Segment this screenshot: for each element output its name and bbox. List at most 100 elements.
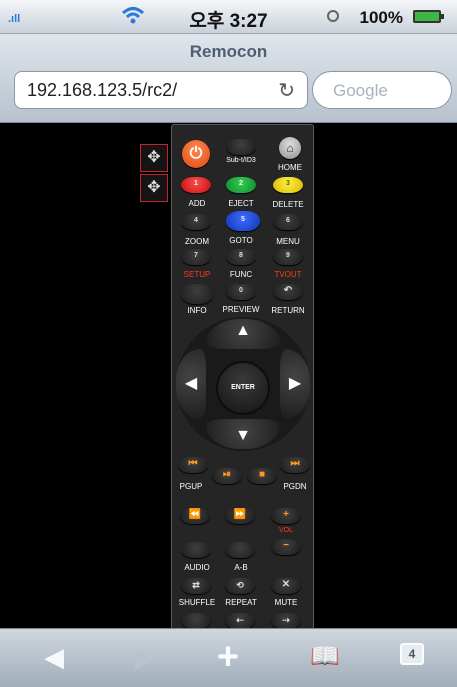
minus-icon: − xyxy=(283,540,289,551)
url-text[interactable]: 192.168.123.5/rc2/ xyxy=(27,80,177,101)
subtitle-label: Sub-t/ID3 xyxy=(226,157,256,164)
ab-button[interactable] xyxy=(225,542,255,558)
arrow-left-icon: ◀ xyxy=(184,375,198,392)
setup-label: SETUP xyxy=(183,270,211,279)
shuffle-button[interactable]: ⇄ xyxy=(181,578,211,594)
button-2[interactable]: 2 xyxy=(226,177,256,193)
stop-button[interactable]: ■ xyxy=(247,468,277,484)
button-7[interactable]: 7 xyxy=(181,249,211,265)
skip-back-icon: ⏮ xyxy=(188,458,198,469)
stop-icon: ■ xyxy=(258,469,266,480)
button-5[interactable]: 5 xyxy=(226,211,260,231)
rewind-track-button[interactable]: ⏮ xyxy=(178,457,208,473)
delete-label: DELETE xyxy=(272,200,304,209)
button-0[interactable]: 0 xyxy=(226,284,256,300)
arrow-up-icon: ▲ xyxy=(235,322,251,339)
orientation-lock-icon xyxy=(327,10,339,22)
plus-icon: + xyxy=(216,636,240,678)
forward-arrow-icon: ▶ xyxy=(135,642,155,672)
move-vertical-icon: ✥ xyxy=(147,149,161,166)
move-remote-vertical-button[interactable]: ✥ xyxy=(140,144,168,172)
mute-button[interactable]: ✕ xyxy=(271,578,301,594)
shuffle-label: SHUFFLE xyxy=(178,598,216,607)
skip-right-button[interactable]: ⇢ xyxy=(271,613,301,628)
info-button[interactable] xyxy=(181,284,213,304)
bookmarks-button[interactable]: 📖 xyxy=(303,639,347,675)
repeat-icon: ⟲ xyxy=(236,580,244,590)
button-9[interactable]: 9 xyxy=(273,249,303,265)
func-label: FUNC xyxy=(229,270,253,279)
repeat-button[interactable]: ⟲ xyxy=(225,578,255,594)
arrow-right-icon: ▶ xyxy=(288,375,302,392)
vol-label: VOL xyxy=(278,527,294,534)
left-arrow-icon: ⇠ xyxy=(236,615,244,625)
home-label: HOME xyxy=(278,163,302,172)
button-6[interactable]: 6 xyxy=(273,214,303,230)
subtitle-button[interactable] xyxy=(226,139,256,155)
shuffle-icon: ⇄ xyxy=(192,580,200,590)
button-8[interactable]: 8 xyxy=(226,249,256,265)
return-label: RETURN xyxy=(271,306,305,315)
goto-label: GOTO xyxy=(229,236,253,245)
add-label: ADD xyxy=(188,199,206,208)
info-label: INFO xyxy=(187,306,207,315)
volume-up-button[interactable]: + xyxy=(271,508,301,524)
eject-label: EJECT xyxy=(228,199,254,208)
page-title: Remocon xyxy=(189,42,268,61)
forward-button[interactable]: ▶ xyxy=(125,639,165,675)
return-icon: ↶ xyxy=(283,285,293,296)
status-bar: .ıll 오후 3:27 100% xyxy=(0,0,457,34)
next-track-button[interactable]: ⏭ xyxy=(280,457,310,473)
right-arrow-icon: ⇢ xyxy=(282,615,290,625)
tab-count-badge: 4 xyxy=(400,643,424,665)
pgdn-label: PGDN xyxy=(283,482,307,491)
pages-button[interactable]: 4 xyxy=(396,639,430,675)
pgup-label: PGUP xyxy=(179,482,203,491)
zoom-label: ZOOM xyxy=(185,237,209,246)
step-play-button[interactable]: ⏯ xyxy=(212,468,242,484)
back-arrow-icon: ◀ xyxy=(44,642,64,672)
preview-label: PREVIEW xyxy=(222,305,260,314)
power-button[interactable]: ⏻ xyxy=(182,140,210,168)
search-input[interactable]: Google xyxy=(312,71,452,109)
home-button[interactable]: ⌂ xyxy=(279,137,301,159)
menu-label: MENU xyxy=(276,237,300,246)
button-1[interactable]: 1 xyxy=(181,177,211,193)
ab-label: A-B xyxy=(234,563,248,572)
mute-label: MUTE xyxy=(274,598,298,607)
add-button[interactable]: + xyxy=(208,636,248,678)
battery-icon xyxy=(413,10,444,23)
address-bar[interactable]: 192.168.123.5/rc2/ ↻ xyxy=(14,71,308,109)
volume-down-button[interactable]: − xyxy=(271,539,301,555)
button-4[interactable]: 4 xyxy=(181,214,211,230)
extra-button[interactable] xyxy=(181,613,211,628)
move-remote-horizontal-button[interactable]: ✥ xyxy=(140,174,168,202)
rewind-button[interactable]: ⏪ xyxy=(180,508,210,524)
fast-forward-icon: ⏩ xyxy=(233,509,247,520)
button-3[interactable]: 3 xyxy=(273,177,303,193)
step-play-icon: ⏯ xyxy=(223,469,231,480)
remote-control: ⏻ Sub-t/ID3 ⌂ HOME 1 2 3 ADD EJECT DELET… xyxy=(171,124,314,628)
search-placeholder: Google xyxy=(333,81,388,100)
battery-percent: 100% xyxy=(359,8,403,27)
enter-button[interactable]: ENTER xyxy=(216,361,270,415)
book-icon: 📖 xyxy=(310,643,340,670)
audio-button[interactable] xyxy=(181,542,211,558)
tvout-label: TVOUT xyxy=(274,270,302,279)
back-button[interactable]: ◀ xyxy=(34,639,74,675)
arrow-down-icon: ▼ xyxy=(235,427,251,444)
reload-icon[interactable]: ↻ xyxy=(278,78,295,103)
return-button[interactable]: ↶ xyxy=(273,284,303,300)
audio-label: AUDIO xyxy=(184,563,210,572)
skip-forward-icon: ⏭ xyxy=(290,458,300,469)
repeat-label: REPEAT xyxy=(225,598,257,607)
rewind-icon: ⏪ xyxy=(188,509,202,520)
mute-icon: ✕ xyxy=(281,579,291,590)
browser-chrome: Remocon 192.168.123.5/rc2/ ↻ Google xyxy=(0,34,457,123)
browser-toolbar: ◀ ▶ + 📖 4 xyxy=(0,628,457,687)
skip-left-button[interactable]: ⇠ xyxy=(225,613,255,628)
move-horizontal-icon: ✥ xyxy=(147,179,161,196)
plus-icon: + xyxy=(283,509,289,520)
fast-forward-button[interactable]: ⏩ xyxy=(225,508,255,524)
web-content: ✥ ✥ ⏻ Sub-t/ID3 ⌂ HOME 1 2 3 ADD EJECT D… xyxy=(0,123,457,628)
